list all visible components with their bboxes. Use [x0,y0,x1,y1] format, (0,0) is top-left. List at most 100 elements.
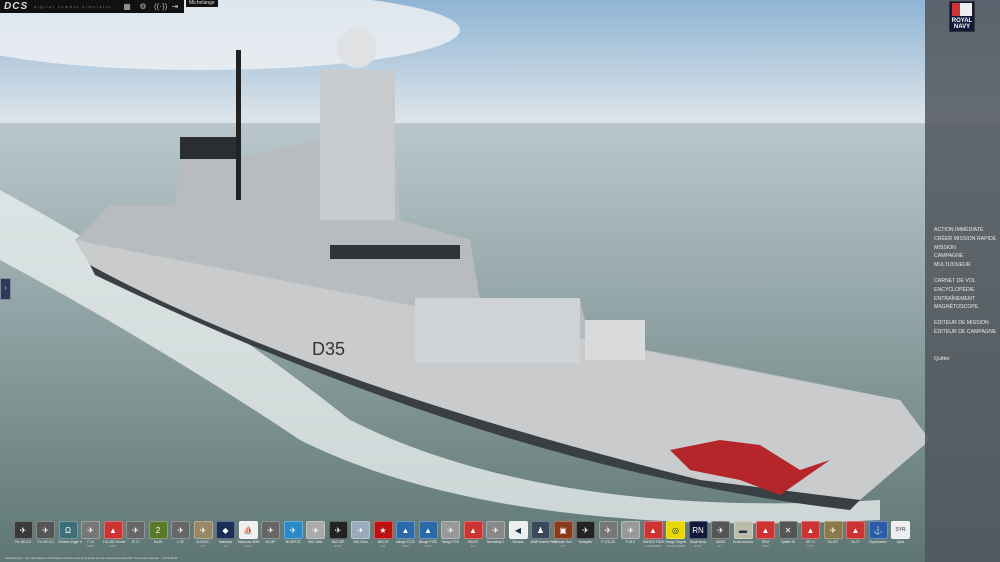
module-version: 2.5 [200,543,206,548]
module-jf-17[interactable]: ✈ JF-17 [126,521,146,548]
module-label: Spitfire IX [781,540,795,544]
module-mig-19p[interactable]: ✈ MiG-19P 2.5.6 [328,521,348,548]
background-ship-image: D35 [0,0,1000,562]
module-icon: ✕ [778,521,798,539]
module-sr-71[interactable]: ▲ SR-71 2.7.5 [801,521,821,548]
module-label: WWII Assets Pack [530,540,557,544]
module-ns430[interactable]: ▲ NS430 2.5 [463,521,483,548]
menu-item-carnet-de-vol[interactable]: CARNET DE VOL [934,277,996,286]
module-icon: ▣ [553,521,573,539]
module-version: 2.5.6 [244,543,252,548]
signal-icon[interactable]: ((·)) [154,2,167,11]
module-version: 14 NOV 2019 [666,543,685,548]
module-label: Fw 190 A-8 [14,540,32,544]
module-su-25t[interactable]: ✈ Su-25T [823,521,843,548]
top-toolbar: DCS digital combat simulator ▦ ⚙ ((·)) ⇥ [0,0,184,13]
module-label: L-39 [177,540,184,544]
module-fw-190-a-8[interactable]: ✈ Fw 190 A-8 [13,521,33,548]
menu-item-mission[interactable]: MISSION [934,244,996,253]
module-version: 2.7.5 [807,543,814,548]
module-mi-24p[interactable]: ✈ Mi-24P [261,521,281,548]
module-label: Normandy 2 [486,540,505,544]
module-spitfire-ix[interactable]: ✕ Spitfire IX [778,521,798,548]
module-label: Su-25T [827,540,839,544]
module-normandy-2[interactable]: ✈ Normandy 2 [486,521,506,548]
module-bar: ✈ Fw 190 A-8 ✈ Fw 190 D-9 Ω Christen Eagle II… [0,518,925,562]
module-l-39[interactable]: ✈ L-39 [171,521,191,548]
module-royal-navy[interactable]: RN Royal Navy 2.5.6 [688,521,708,548]
module-icon: ⚓ [868,521,888,539]
module-version: 2.5.6.55960 [645,543,661,548]
module-m-2000c[interactable]: ✈ M-2000C 2.5 [193,521,213,548]
menu-item-campagne[interactable]: CAMPAGNE [934,252,996,261]
hull-number: D35 [312,339,345,359]
grid-icon[interactable]: ▦ [122,2,132,11]
module-scudlauncher[interactable]: ▬ ScudLauncher [733,521,754,548]
module-ka-50[interactable]: 2 Ka-50 [148,521,168,548]
module-nevada[interactable]: ◀ Nevada [508,521,528,548]
module-syria[interactable]: SYR Syria [891,521,911,548]
menu-item-quitter[interactable]: Quitter [934,355,996,364]
module-rafale-pack[interactable]: ▲ RAFALE PACK 2.5.6.55960 [643,521,665,548]
module-icon: ✈ [126,521,145,539]
module-christen-eagle-ii[interactable]: Ω Christen Eagle II [58,521,82,548]
module-range-targets[interactable]: ◎ Range Targets 14 NOV 2019 [666,521,686,548]
menu-item-editeur-de-campagne[interactable]: ÉDITEUR DE CAMPAGNE [934,328,996,337]
module-label: ScudLauncher [733,540,754,544]
main-menu: ACTION IMMÉDIATE CRÉER MISSION RAPIDE MISS… [934,226,996,364]
menu-item-multijoueur[interactable]: MULTIJOUEUR [934,261,996,270]
module-p-47d-30[interactable]: ✈ P-47D-30 [598,521,618,548]
module-marianas-wwii[interactable]: ⛵ Marianas WWII 2.5.6 [238,521,260,548]
module-f-14[interactable]: ✈ F-14 2.5.6 [81,521,101,548]
module-mosquito[interactable]: ✈ Mosquito [576,521,596,548]
module-marianas[interactable]: ◆ Marianas 2.5 [216,521,236,548]
module-icon: ✈ [283,521,303,539]
module-mirage-f1ee[interactable]: ▲ Mirage F1EE 2.5.6 [418,521,438,548]
module-mi-8mtv2[interactable]: ✈ Mi-8MTV2 [283,521,303,548]
module-version: 2.5.6 [334,543,342,548]
exit-icon[interactable]: ⇥ [170,2,180,11]
module-mig-21bis[interactable]: ✈ MiG-21bis [351,521,371,548]
module-mirage-f1ce[interactable]: ▲ Mirage F1CE 2.5.6 [396,521,416,548]
module-su-27[interactable]: ▲ Su-27 [846,521,866,548]
module-sa342[interactable]: ✈ SA342 2.7 [711,521,731,548]
module-label: Syria [896,540,905,544]
module-mig-15bis[interactable]: ✈ MiG-15bis [306,521,326,548]
menu-item-entrainement[interactable]: ENTRAÎNEMENT [934,295,996,304]
module-sem[interactable]: ▲ SEM 2.5.6 [756,521,776,548]
module-label: JF-17 [131,540,140,544]
module-version: 2.5 [470,543,476,548]
module-icon: ⛵ [238,521,258,539]
menu-item-creer-mission-rapide[interactable]: CRÉER MISSION RAPIDE [934,235,996,244]
module-label: Ka-50 [153,540,163,544]
ensign-flag-icon [952,3,972,16]
module-p-51d[interactable]: ✈ P-51D [621,521,641,548]
module-fw-190-d-9[interactable]: ✈ Fw 190 D-9 [36,521,56,548]
module-label: Supercarrier [869,540,887,544]
module-icon: ◀ [508,521,528,539]
module-label: Mi-8MTV2 [285,540,301,544]
module-label: P-51D [625,540,636,544]
module-icon: ✈ [598,521,618,539]
module-label: MiG-21bis [353,540,368,544]
module-mirage-f1m[interactable]: ✈ Mirage F1M [441,521,461,548]
module-version: 2.5.6 [109,543,117,548]
module-wwii-assets-pack[interactable]: ♟ WWII Assets Pack [530,521,557,548]
menu-item-encyclopedie[interactable]: ENCYCLOPÉDIE [934,286,996,295]
module-label: Nevada [512,540,524,544]
expand-panel-button[interactable]: › [0,278,11,300]
gear-icon[interactable]: ⚙ [138,2,148,11]
module-icon: ✈ [328,521,348,539]
menu-item-action-immediate[interactable]: ACTION IMMÉDIATE [934,226,996,235]
module-icon: ✈ [306,521,325,539]
module-version: 2.5 [560,543,566,548]
module-icon: ▲ [846,521,865,539]
module-label: Mi-24P [265,540,276,544]
menu-item-magnetoscope[interactable]: MAGNÉTOSCOPE [934,303,996,312]
module-f-a-18c-hornet[interactable]: ▲ F/A-18C Hornet 2.5.6 [103,521,125,548]
menu-item-editeur-de-mission[interactable]: ÉDITEUR DE MISSION [934,319,996,328]
module-supercarrier[interactable]: ⚓ Supercarrier [868,521,888,548]
module-persian-gulf[interactable]: ▣ Persian Gulf 2.5 [553,521,573,548]
module-mig-29[interactable]: ★ MiG-29 2.5 [373,521,393,548]
user-name-badge[interactable]: Michelange [186,0,218,7]
